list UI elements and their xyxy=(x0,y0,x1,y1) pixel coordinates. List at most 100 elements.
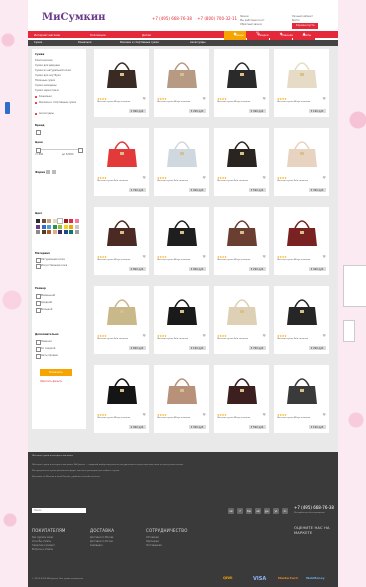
color-swatch[interactable] xyxy=(36,219,40,223)
product-name[interactable]: Женская сумка Mileya кожаная xyxy=(97,259,143,261)
color-swatch[interactable] xyxy=(47,230,51,234)
product-image[interactable] xyxy=(165,58,199,90)
product-name[interactable]: Женская сумка Pola кожаная xyxy=(157,338,203,340)
product-image[interactable] xyxy=(225,137,259,169)
sidebar-group[interactable]: Рюкзаки и спортивные сумки xyxy=(39,101,83,104)
brand-checkbox[interactable] xyxy=(36,130,41,135)
footer-link[interactable]: Самовывоз xyxy=(90,544,103,547)
footer-link[interactable]: Как сделать заказ xyxy=(32,536,53,539)
product-name[interactable]: Женская сумка Mileya кожаная xyxy=(97,417,143,419)
product-card[interactable]: ★★★★ ♥ Женская сумка Pola кожаная 3 090 руб… xyxy=(154,128,209,196)
side-widget-small[interactable] xyxy=(343,320,355,342)
social-icon[interactable]: in xyxy=(282,508,288,514)
product-card[interactable]: ★★★★ ♥ Женская сумка Mileya кожаная 3 490 р… xyxy=(274,207,329,275)
material-option[interactable]: Натуральная кожа xyxy=(41,258,65,261)
product-card[interactable]: ★★★★ ♥ Женская сумка Mileya кожаная 2 890 р… xyxy=(94,207,149,275)
product-name[interactable]: Женская сумка Pola кожаная xyxy=(97,180,143,182)
sub-nav-item[interactable]: Аксессуары xyxy=(190,41,205,44)
product-name[interactable]: Женская сумка Mileya кожаная xyxy=(217,259,263,261)
promo-tab[interactable]: ◆ Акции xyxy=(224,31,246,40)
product-name[interactable]: Женская сумка Mileya кожаная xyxy=(97,101,143,103)
social-icon[interactable]: f xyxy=(237,508,243,514)
sidebar-category[interactable]: Сумки для девушек xyxy=(35,64,60,67)
color-swatch[interactable] xyxy=(36,224,40,229)
product-card[interactable]: ★★★★ ♥ Женская сумка Pola кожаная 3 390 руб… xyxy=(274,128,329,196)
promo-tab[interactable]: ▲ Хиты xyxy=(293,31,315,40)
product-card[interactable]: ★★★★ ♥ Женская сумка Pola кожаная 2 790 руб… xyxy=(94,128,149,196)
main-nav-item[interactable]: Детям xyxy=(142,33,151,37)
color-swatch[interactable] xyxy=(69,224,73,229)
product-image[interactable] xyxy=(105,216,139,248)
color-swatch[interactable] xyxy=(58,230,62,234)
price-slider[interactable] xyxy=(36,148,83,153)
promo-tab[interactable]: ★ Новинки xyxy=(270,31,293,40)
size-option[interactable]: Маленький xyxy=(41,294,55,297)
sidebar-category[interactable]: Пляжные сумки xyxy=(35,79,55,82)
color-swatch[interactable] xyxy=(41,230,46,234)
product-image[interactable] xyxy=(225,58,259,90)
product-name[interactable]: Женская сумка Mileya кожаная xyxy=(157,259,203,261)
header-callback-link[interactable]: Обратный звонок xyxy=(240,23,280,27)
product-image[interactable] xyxy=(165,137,199,169)
product-name[interactable]: Женская сумка Mileya кожаная xyxy=(217,101,263,103)
product-card[interactable]: ★★★★ ♥ Женская сумка Mileya кожаная 3 390 р… xyxy=(154,365,209,433)
color-swatch[interactable] xyxy=(52,230,57,234)
product-card[interactable]: ★★★★ ♥ Женская сумка Mileya кожаная 3 290 р… xyxy=(214,207,269,275)
product-name[interactable]: Женская сумка Mileya кожаная xyxy=(277,417,323,419)
product-card[interactable]: ★★★★ ♥ Женская сумка Pola кожаная 3 190 руб… xyxy=(154,286,209,354)
color-swatch[interactable] xyxy=(69,219,73,223)
product-image[interactable] xyxy=(285,295,319,327)
product-card[interactable]: ★★★★ ♥ Женская сумка Pola кожаная 3 790 руб… xyxy=(214,286,269,354)
product-image[interactable] xyxy=(105,58,139,90)
product-image[interactable] xyxy=(285,58,319,90)
color-swatch[interactable] xyxy=(52,219,57,223)
product-name[interactable]: Женская сумка Mileya кожаная xyxy=(277,259,323,261)
color-swatch[interactable] xyxy=(58,224,62,229)
color-swatch[interactable] xyxy=(41,219,46,223)
product-card[interactable]: ★★★★ ♥ Женская сумка Pola кожаная 3 290 руб… xyxy=(274,286,329,354)
promo-tab[interactable]: % Скидки xyxy=(247,31,269,40)
size-option[interactable]: Средний xyxy=(41,301,52,304)
product-card[interactable]: ★★★★ ♥ Женская сумка Mileya кожаная 2 990 р… xyxy=(94,365,149,433)
product-card[interactable]: ★★★★ ♥ Женская сумка Mileya кожаная 3 490 р… xyxy=(214,49,269,117)
social-icon[interactable]: ok xyxy=(255,508,261,514)
product-image[interactable] xyxy=(225,295,259,327)
color-swatch[interactable] xyxy=(69,230,73,234)
product-image[interactable] xyxy=(165,216,199,248)
extra-option[interactable]: Хиты продаж xyxy=(41,354,58,357)
social-icon[interactable]: g+ xyxy=(264,508,270,514)
footer-link[interactable]: Поставщикам xyxy=(146,544,162,547)
product-image[interactable] xyxy=(165,295,199,327)
side-feedback-tab[interactable] xyxy=(5,102,10,114)
product-name[interactable]: Женская сумка Mileya кожаная xyxy=(277,101,323,103)
product-name[interactable]: Женская сумка Pola кожаная xyxy=(157,180,203,182)
product-card[interactable]: ★★★★ ♥ Женская сумка Mileya кожаная 3 290 р… xyxy=(154,49,209,117)
product-image[interactable] xyxy=(105,295,139,327)
product-name[interactable]: Женская сумка Pola кожаная xyxy=(217,180,263,182)
reset-filter-link[interactable]: Сбросить фильтр xyxy=(40,380,62,383)
footer-phone[interactable]: +7 (495) 668-76-38 xyxy=(294,505,334,510)
sidebar-category[interactable]: Классические xyxy=(35,59,53,62)
color-swatch[interactable] xyxy=(52,224,57,229)
sidebar-category[interactable]: Сумки для ноутбука xyxy=(35,74,61,77)
product-name[interactable]: Женская сумка Pola кожаная xyxy=(277,180,323,182)
extra-option[interactable]: Новинки xyxy=(41,340,52,343)
product-name[interactable]: Женская сумка Pola кожаная xyxy=(217,338,263,340)
show-results-button[interactable]: Показать xyxy=(40,369,72,376)
color-swatch[interactable] xyxy=(41,224,46,229)
social-icon[interactable]: yt xyxy=(273,508,279,514)
color-swatch[interactable] xyxy=(47,219,51,223)
cart-button[interactable]: Корзина пуста xyxy=(292,23,319,29)
product-image[interactable] xyxy=(165,374,199,406)
sidebar-category[interactable]: Сумки из натуральной кожи xyxy=(35,69,71,72)
footer-link[interactable]: Гарантия и возврат xyxy=(32,544,55,547)
sub-nav-item[interactable]: Сумки xyxy=(34,41,42,44)
color-swatch[interactable] xyxy=(36,230,40,234)
footer-link[interactable]: Партнерам xyxy=(146,540,159,543)
color-swatch[interactable] xyxy=(74,230,79,234)
price-to[interactable]: до 52000 xyxy=(62,153,73,156)
product-image[interactable] xyxy=(285,216,319,248)
product-name[interactable]: Женская сумка Pola кожаная xyxy=(97,338,143,340)
color-swatch[interactable] xyxy=(47,224,51,229)
size-option[interactable]: Большой xyxy=(41,308,52,311)
